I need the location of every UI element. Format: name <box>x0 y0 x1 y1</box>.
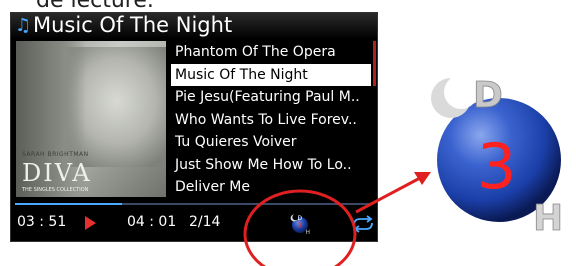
highlight-circle <box>243 189 357 266</box>
callout-bottom-letter: H <box>533 198 563 235</box>
callout-arrow-line <box>355 176 421 214</box>
callout-value: 3 <box>477 130 516 203</box>
callout-top-letter: D <box>473 75 503 116</box>
day-hour-callout-icon: D 3 H <box>431 75 564 235</box>
